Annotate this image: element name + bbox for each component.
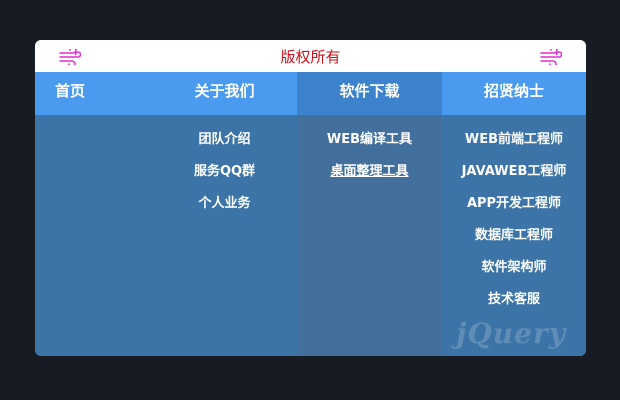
submenu-item-architect[interactable]: 软件架构师 <box>442 255 586 287</box>
dropdown-about: 团队介绍 服务QQ群 个人业务 <box>152 115 297 356</box>
submenu-about: 团队介绍 服务QQ群 个人业务 <box>152 127 297 223</box>
main-nav: 首页 关于我们 软件下载 招贤纳士 <box>35 72 586 115</box>
dropdown-area: 团队介绍 服务QQ群 个人业务 WEB编译工具 桌面整理工具 WEB前端工程师 … <box>35 115 586 356</box>
submenu-item-personal-business[interactable]: 个人业务 <box>152 191 297 223</box>
wind-icon <box>540 49 562 65</box>
submenu-item-app-dev[interactable]: APP开发工程师 <box>442 191 586 223</box>
nav-col-home: 首页 <box>35 72 152 115</box>
submenu-item-database[interactable]: 数据库工程师 <box>442 223 586 255</box>
nav-col-software: 软件下载 <box>297 72 442 115</box>
nav-item-about[interactable]: 关于我们 <box>152 72 297 115</box>
submenu-item-qq-group[interactable]: 服务QQ群 <box>152 159 297 191</box>
dropdown-home <box>35 115 152 356</box>
submenu-item-support[interactable]: 技术客服 <box>442 287 586 319</box>
submenu-item-web-frontend[interactable]: WEB前端工程师 <box>442 127 586 159</box>
submenu-software: WEB编译工具 桌面整理工具 <box>297 127 442 191</box>
nav-item-jobs[interactable]: 招贤纳士 <box>442 72 586 115</box>
submenu-item-javaweb[interactable]: JAVAWEB工程师 <box>442 159 586 191</box>
dropdown-jobs: WEB前端工程师 JAVAWEB工程师 APP开发工程师 数据库工程师 软件架构… <box>442 115 586 356</box>
nav-col-about: 关于我们 <box>152 72 297 115</box>
nav-col-jobs: 招贤纳士 <box>442 72 586 115</box>
nav-item-home[interactable]: 首页 <box>35 72 152 115</box>
submenu-jobs: WEB前端工程师 JAVAWEB工程师 APP开发工程师 数据库工程师 软件架构… <box>442 127 586 319</box>
submenu-item-desktop-organizer-label: 桌面整理工具 <box>330 164 409 179</box>
copyright-title: 版权所有 <box>280 48 341 66</box>
submenu-item-team[interactable]: 团队介绍 <box>152 127 297 159</box>
header-bar: 版权所有 <box>35 40 586 72</box>
submenu-item-web-compiler[interactable]: WEB编译工具 <box>297 127 442 159</box>
submenu-item-desktop-organizer[interactable]: 桌面整理工具 <box>297 159 442 191</box>
menu-widget: 版权所有 首页 关于我们 软件下载 招贤纳士 团队介绍 服务QQ群 个人业务 W… <box>35 40 586 356</box>
nav-item-software[interactable]: 软件下载 <box>297 72 442 115</box>
dropdown-software: WEB编译工具 桌面整理工具 <box>297 115 442 356</box>
watermark-logo: jQuery <box>456 317 566 350</box>
